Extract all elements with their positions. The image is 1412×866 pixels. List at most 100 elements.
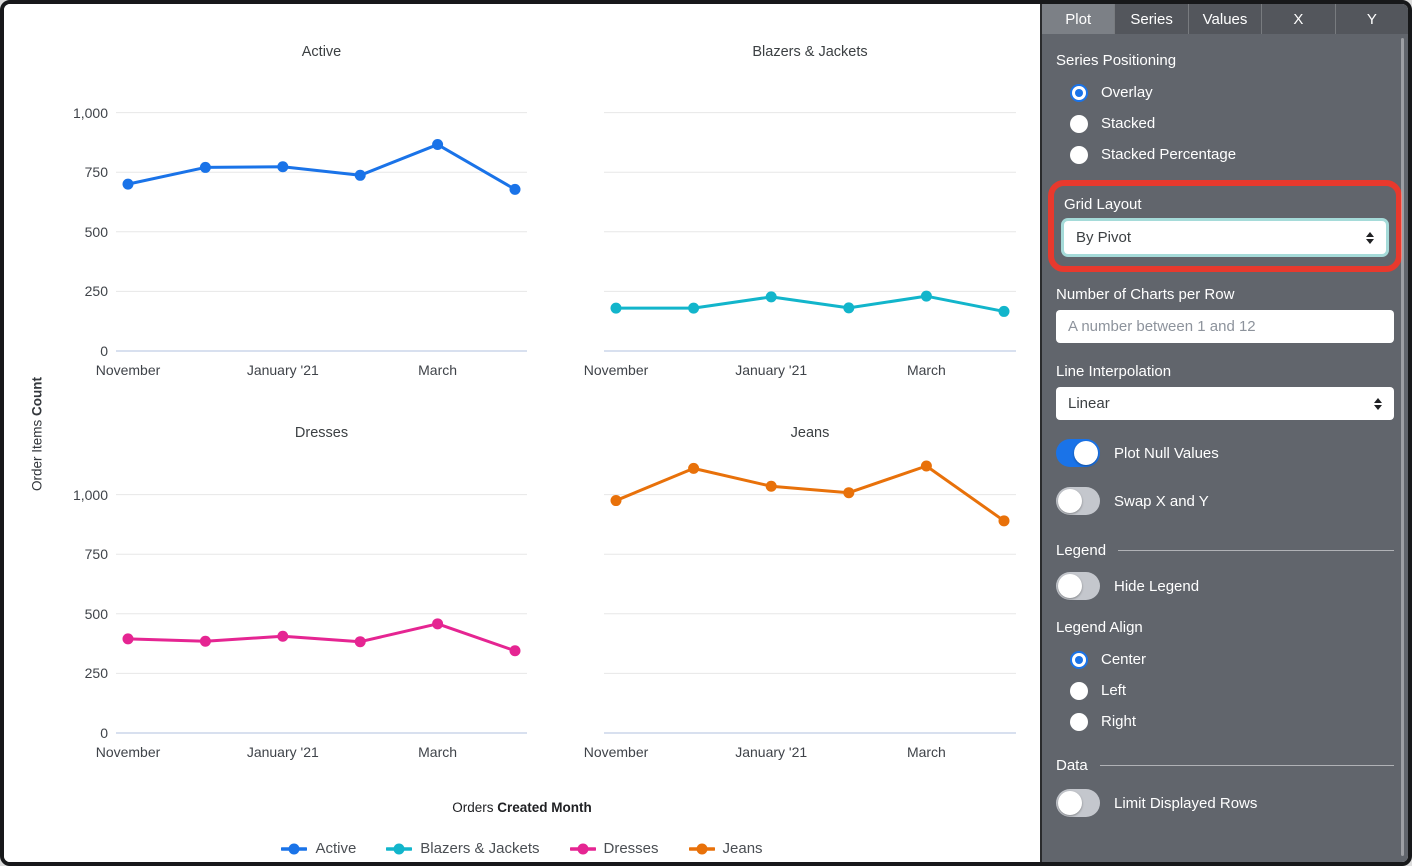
line-interpolation-select[interactable]: Linear bbox=[1056, 387, 1394, 420]
y-tick-label: 500 bbox=[28, 605, 108, 623]
y-tick-label: 500 bbox=[28, 223, 108, 241]
legend-section-label: Legend bbox=[1056, 542, 1106, 559]
radio-series-positioning-overlay[interactable]: Overlay bbox=[1056, 77, 1394, 108]
x-tick-label: January '21 bbox=[735, 362, 807, 378]
x-tick-label: March bbox=[907, 362, 946, 378]
legend-align-group: CenterLeftRight bbox=[1056, 644, 1394, 737]
grid-layout-select[interactable]: By Pivot bbox=[1064, 221, 1386, 254]
chart-area: Order Items Count Orders Created Month A… bbox=[4, 4, 1040, 862]
section-divider bbox=[1100, 765, 1394, 766]
legend-align-label: Legend Align bbox=[1056, 619, 1394, 636]
x-tick-label: March bbox=[418, 744, 457, 760]
legend-item-jeans[interactable]: Jeans bbox=[689, 840, 763, 857]
radio-legend-align-left[interactable]: Left bbox=[1056, 675, 1394, 706]
chart-plot-dresses bbox=[116, 448, 527, 734]
swap-x-y-label: Swap X and Y bbox=[1114, 493, 1209, 510]
y-axis-label: Order Items Count bbox=[30, 377, 45, 491]
radio-unselected-icon[interactable] bbox=[1070, 713, 1088, 731]
grid-layout-select-value: By Pivot bbox=[1076, 229, 1131, 246]
tab-series[interactable]: Series bbox=[1114, 4, 1187, 34]
legend-marker-icon bbox=[570, 843, 596, 855]
radio-legend-align-center[interactable]: Center bbox=[1056, 644, 1394, 675]
tab-plot[interactable]: Plot bbox=[1042, 4, 1114, 34]
radio-label: Stacked bbox=[1101, 115, 1155, 132]
charts-per-row-input[interactable] bbox=[1056, 310, 1394, 343]
legend-section-header: Legend bbox=[1056, 542, 1394, 559]
tab-values[interactable]: Values bbox=[1188, 4, 1261, 34]
toggle-row-plot-null-values[interactable]: Plot Null Values bbox=[1056, 438, 1394, 468]
toggle-row-hide-legend[interactable]: Hide Legend bbox=[1056, 571, 1394, 601]
radio-selected-icon[interactable] bbox=[1070, 84, 1088, 102]
y-axis-label-field: Count bbox=[30, 377, 45, 416]
radio-label: Stacked Percentage bbox=[1101, 146, 1236, 163]
chart-title-active: Active bbox=[116, 42, 527, 62]
legend-marker-icon bbox=[281, 843, 307, 855]
swap-x-y-toggle[interactable] bbox=[1056, 487, 1100, 515]
toggle-row-swap-x-y[interactable]: Swap X and Y bbox=[1056, 486, 1394, 516]
chart-title-jeans: Jeans bbox=[604, 423, 1016, 443]
y-axis-label-view: Order Items bbox=[30, 420, 45, 491]
data-section-header: Data bbox=[1056, 757, 1394, 774]
legend-label: Active bbox=[315, 840, 356, 857]
y-tick-label: 0 bbox=[28, 724, 108, 742]
y-tick-label: 250 bbox=[28, 664, 108, 682]
toggle-knob bbox=[1058, 791, 1082, 815]
updown-arrows-icon bbox=[1374, 398, 1382, 410]
toggle-knob bbox=[1058, 574, 1082, 598]
x-tick-label: March bbox=[907, 744, 946, 760]
radio-series-positioning-stacked-percentage[interactable]: Stacked Percentage bbox=[1056, 139, 1394, 170]
toggle-row-limit-displayed-rows[interactable]: Limit Displayed Rows bbox=[1056, 788, 1394, 818]
x-tick-label: November bbox=[96, 362, 161, 378]
radio-unselected-icon[interactable] bbox=[1070, 146, 1088, 164]
x-tick-label: March bbox=[418, 362, 457, 378]
panel-body: Series Positioning OverlayStackedStacked… bbox=[1042, 34, 1408, 818]
legend-item-active[interactable]: Active bbox=[281, 840, 356, 857]
chart-title-dresses: Dresses bbox=[116, 423, 527, 443]
limit-displayed-rows-label: Limit Displayed Rows bbox=[1114, 795, 1257, 812]
legend-marker-icon bbox=[689, 843, 715, 855]
toggle-knob bbox=[1074, 441, 1098, 465]
radio-series-positioning-stacked[interactable]: Stacked bbox=[1056, 108, 1394, 139]
x-tick-label: November bbox=[96, 744, 161, 760]
y-tick-label: 750 bbox=[28, 163, 108, 181]
radio-unselected-icon[interactable] bbox=[1070, 682, 1088, 700]
x-tick-label: January '21 bbox=[247, 362, 319, 378]
x-tick-label: November bbox=[584, 744, 649, 760]
legend-label: Blazers & Jackets bbox=[420, 840, 539, 857]
y-tick-label: 250 bbox=[28, 282, 108, 300]
toggle-knob bbox=[1058, 489, 1082, 513]
legend: Active Blazers & Jackets Dresses Jeans bbox=[4, 840, 1040, 857]
settings-panel: PlotSeriesValuesXY Series Positioning Ov… bbox=[1040, 4, 1408, 862]
y-tick-label: 0 bbox=[28, 342, 108, 360]
legend-marker-icon bbox=[386, 843, 412, 855]
hide-legend-toggle[interactable] bbox=[1056, 572, 1100, 600]
chart-plot-blazers-jackets bbox=[604, 66, 1016, 352]
chart-plot-active bbox=[116, 66, 527, 352]
radio-legend-align-right[interactable]: Right bbox=[1056, 706, 1394, 737]
series-positioning-group: Overlay Stacked Stacked Percentage bbox=[1056, 77, 1394, 170]
x-axis-title-view: Orders bbox=[452, 800, 493, 815]
plot-null-values-toggle[interactable] bbox=[1056, 439, 1100, 467]
chart-title-blazers-jackets: Blazers & Jackets bbox=[604, 42, 1016, 62]
line-interpolation-label: Line Interpolation bbox=[1056, 363, 1394, 380]
tab-x[interactable]: X bbox=[1261, 4, 1334, 34]
line-interpolation-select-value: Linear bbox=[1068, 395, 1110, 412]
radio-unselected-icon[interactable] bbox=[1070, 115, 1088, 133]
legend-label: Dresses bbox=[604, 840, 659, 857]
legend-item-blazers-jackets[interactable]: Blazers & Jackets bbox=[386, 840, 539, 857]
legend-item-dresses[interactable]: Dresses bbox=[570, 840, 659, 857]
x-tick-label: January '21 bbox=[247, 744, 319, 760]
legend-label: Jeans bbox=[723, 840, 763, 857]
chart-plot-jeans bbox=[604, 448, 1016, 734]
hide-legend-label: Hide Legend bbox=[1114, 578, 1199, 595]
radio-selected-icon[interactable] bbox=[1070, 651, 1088, 669]
x-axis-title: Orders Created Month bbox=[4, 800, 1040, 815]
x-axis-title-field: Created Month bbox=[497, 800, 592, 815]
limit-displayed-rows-toggle[interactable] bbox=[1056, 789, 1100, 817]
tab-y[interactable]: Y bbox=[1335, 4, 1408, 34]
radio-label: Overlay bbox=[1101, 84, 1153, 101]
y-tick-label: 1,000 bbox=[28, 104, 108, 122]
y-tick-label: 750 bbox=[28, 545, 108, 563]
charts-per-row-label: Number of Charts per Row bbox=[1056, 286, 1394, 303]
x-tick-label: January '21 bbox=[735, 744, 807, 760]
